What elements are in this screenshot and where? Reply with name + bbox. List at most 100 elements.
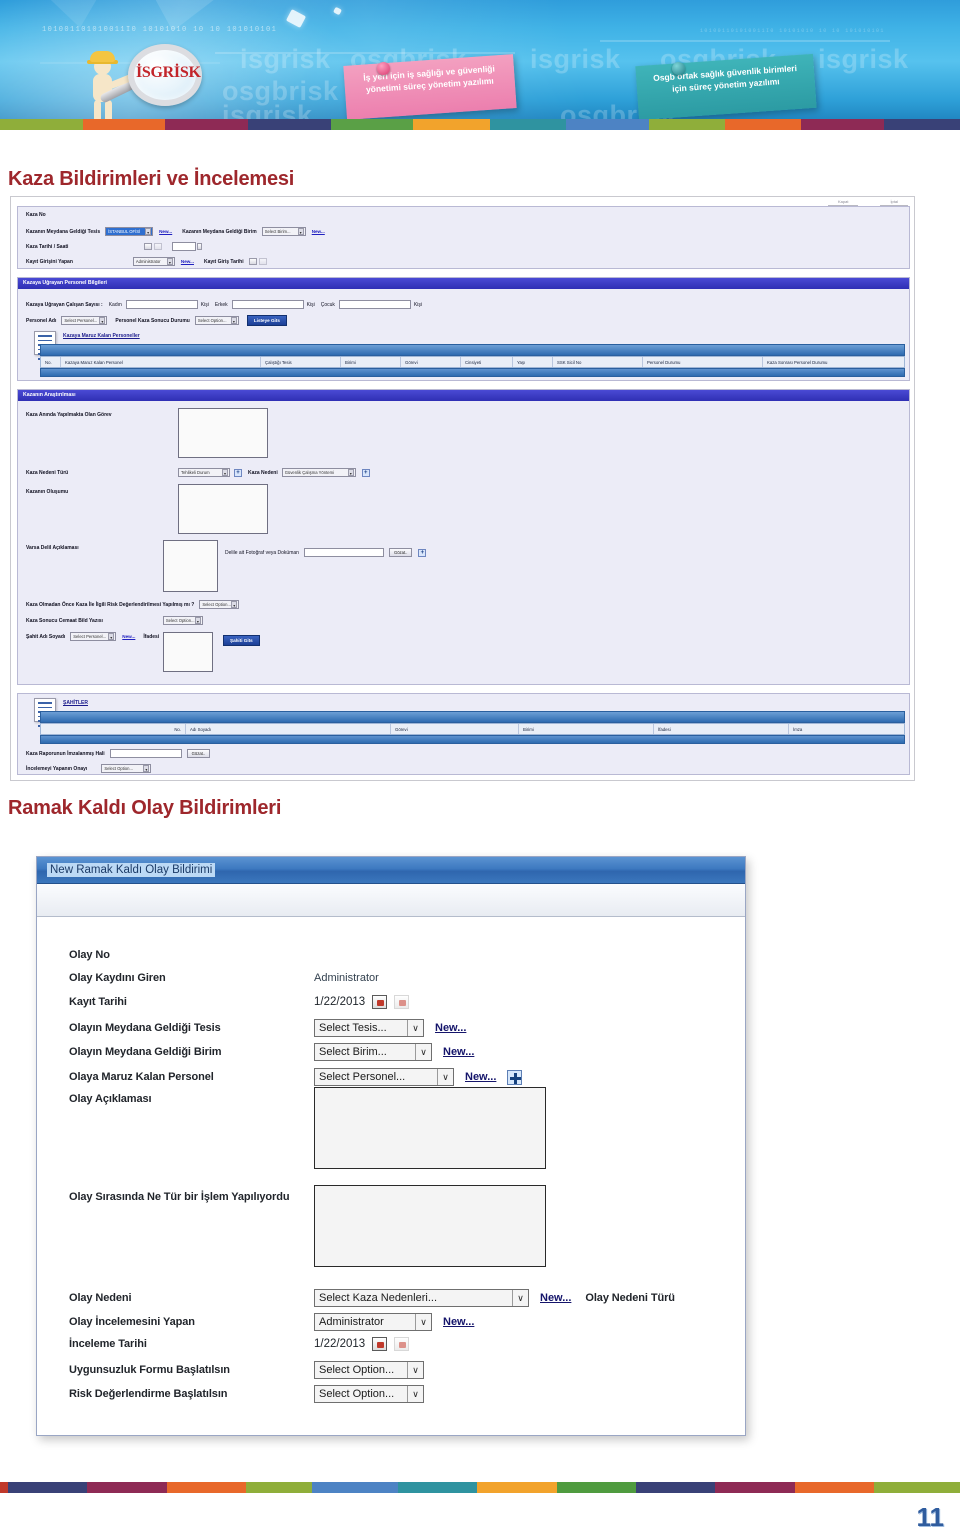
select-cemaat-bildirim[interactable]: Select Option... ▾: [162, 616, 203, 625]
select-risk-degerlendirme-baslat[interactable]: Select Option... ∨: [314, 1385, 424, 1403]
select-personel-adi-value: Select Personel...: [64, 318, 98, 323]
select-kaza-tesis-value: İSTANBUL OFİSİ: [108, 229, 141, 234]
chevron-down-icon[interactable]: ▾: [347, 469, 354, 476]
color-strip-segment: [398, 1482, 478, 1493]
grid-header-sahitler: [40, 711, 905, 723]
select-personel-durumu[interactable]: Select Option... ▾: [194, 316, 239, 325]
shot1-toolbar-cancel[interactable]: İptal: [880, 199, 908, 206]
chevron-down-icon[interactable]: ▾: [99, 317, 106, 324]
label-kaza-birim: Kazanın Meydana Geldiği Birim: [182, 228, 257, 235]
link-new-olay-nedeni[interactable]: New...: [540, 1292, 571, 1304]
select-kaza-nedeni[interactable]: Güvenlik Çalışma Yöntemi ▾: [281, 468, 356, 477]
select-maruz-personel[interactable]: Select Personel... ∨: [314, 1068, 454, 1086]
select-sahit-adi[interactable]: Select Personel... ▾: [70, 632, 117, 641]
input-cocuk-sayisi[interactable]: [338, 300, 411, 309]
chevron-down-icon[interactable]: ∨: [437, 1069, 453, 1085]
input-erkek-sayisi[interactable]: [231, 300, 304, 309]
label-inceleme-onayi: İncelemeyi Yapanın Onayı: [26, 765, 88, 772]
spinner-icon[interactable]: [197, 243, 203, 250]
calendar-icon-2[interactable]: [154, 243, 163, 250]
add-kaza-nedeni-icon[interactable]: +: [361, 468, 370, 477]
select-kaza-birim[interactable]: Select Birim... ▾: [261, 227, 306, 236]
label-olay-nedeni: Olay Nedeni: [69, 1292, 132, 1304]
add-personel-icon[interactable]: [507, 1069, 523, 1085]
calendar-icon-1[interactable]: [144, 243, 153, 250]
input-delil-dosya[interactable]: [303, 548, 384, 557]
grid-col-sonrasi-durum: Kaza Sonrası Personel Durumu: [767, 359, 828, 365]
field-row-olay-birim: Olayın Meydana Geldiği Birim Select Biri…: [69, 1043, 729, 1061]
chevron-down-icon[interactable]: ∨: [415, 1314, 431, 1330]
chevron-down-icon[interactable]: ∨: [407, 1362, 423, 1378]
chevron-down-icon[interactable]: ▾: [194, 617, 201, 624]
field-row-olay-no: Olay No: [69, 949, 729, 961]
textarea-olay-islem[interactable]: [314, 1185, 546, 1267]
select-olay-inceleyen[interactable]: Administrator ∨: [314, 1313, 432, 1331]
chevron-down-icon[interactable]: ▾: [222, 469, 228, 476]
link-new-kayit-giren[interactable]: New...: [181, 259, 194, 264]
calendar-clear-icon-kayit[interactable]: [394, 995, 410, 1009]
link-new-olay-tesis[interactable]: New...: [435, 1022, 466, 1034]
select-kaza-neden-turu[interactable]: Tehlikeli Durum ▾: [178, 468, 230, 477]
color-strip-segment: [7, 1482, 88, 1493]
banner-note-pin-teal-icon: [672, 62, 685, 75]
select-olay-birim[interactable]: Select Birim... ∨: [314, 1043, 432, 1061]
chevron-down-icon[interactable]: ▾: [108, 633, 115, 640]
select-inceleme-onayi[interactable]: Select Option... ▾: [101, 764, 152, 773]
chevron-down-icon[interactable]: ▾: [297, 228, 304, 235]
link-new-olay-birim[interactable]: New...: [443, 1046, 474, 1058]
select-personel-adi[interactable]: Select Personel... ▾: [61, 316, 108, 325]
link-new-tesis[interactable]: New...: [159, 229, 172, 234]
link-new-maruz-personel[interactable]: New...: [465, 1071, 496, 1083]
button-sahit-git[interactable]: Şahiti Gits: [223, 635, 260, 646]
add-kaza-neden-turu-icon[interactable]: +: [234, 468, 242, 477]
chevron-down-icon[interactable]: ▾: [145, 228, 152, 235]
button-listeye-git[interactable]: Listeye Gits: [246, 315, 287, 326]
shot1-toolbar-close[interactable]: Kapat: [827, 199, 859, 206]
select-uygunsuzluk-formu[interactable]: Select Option... ∨: [314, 1361, 424, 1379]
calendar-picker-icon-inceleme[interactable]: [372, 1337, 388, 1351]
input-kaza-raporu-dosya[interactable]: [109, 749, 182, 758]
button-gozat-delil[interactable]: Gözat..: [388, 548, 413, 557]
textarea-kaza-olusumu[interactable]: [178, 484, 268, 534]
calendar-clear-icon-inceleme[interactable]: [394, 1337, 410, 1351]
calendar-picker-icon-kayit[interactable]: [372, 995, 388, 1009]
link-new-olay-inceleyen[interactable]: New...: [443, 1316, 474, 1328]
chevron-down-icon[interactable]: ∨: [407, 1020, 423, 1036]
select-risk-degerlendirme[interactable]: Select Option... ▾: [199, 600, 240, 609]
button-gozat-rapor[interactable]: Gözat..: [186, 749, 211, 758]
input-kaza-saati[interactable]: [172, 242, 197, 251]
select-olay-tesis[interactable]: Select Tesis... ∨: [314, 1019, 424, 1037]
grid-title-personeller[interactable]: Kazaya Maruz Kalan Personeller: [63, 333, 140, 339]
calendar-icon-3[interactable]: [248, 258, 257, 265]
link-new-sahit[interactable]: New...: [122, 634, 135, 639]
chevron-down-icon[interactable]: ▾: [231, 601, 238, 608]
calendar-icon-4[interactable]: [258, 258, 267, 265]
input-kadin-sayisi[interactable]: [125, 300, 198, 309]
label-kisi-1: Kişi: [200, 301, 209, 308]
textarea-olay-aciklamasi[interactable]: [314, 1087, 546, 1169]
add-delil-icon[interactable]: +: [418, 548, 427, 557]
link-new-birim[interactable]: New...: [312, 229, 325, 234]
chevron-down-icon[interactable]: ∨: [415, 1044, 431, 1060]
chevron-down-icon[interactable]: ▾: [143, 765, 150, 772]
textarea-delil-aciklamasi[interactable]: [163, 540, 218, 592]
label-kayit-tarihi: Kayıt Tarihi: [69, 996, 127, 1008]
header-color-strip: [0, 119, 960, 130]
select-kaza-tesis[interactable]: İSTANBUL OFİSİ ▾: [105, 227, 154, 236]
chevron-down-icon[interactable]: ∨: [407, 1386, 423, 1402]
page-title-ramak-kaldi: Ramak Kaldı Olay Bildirimleri: [8, 797, 282, 819]
select-olay-nedeni[interactable]: Select Kaza Nedenleri... ∨: [314, 1289, 529, 1307]
chevron-down-icon[interactable]: ▾: [166, 258, 173, 265]
color-strip-segment: [477, 1482, 557, 1493]
textarea-sahit-ifadesi[interactable]: [163, 632, 213, 672]
select-kaza-neden-turu-value: Tehlikeli Durum: [181, 470, 210, 475]
color-strip-segment: [87, 1482, 167, 1493]
color-strip-segment: [245, 1482, 313, 1493]
grid-title-sahitler[interactable]: ŞAHİTLER: [63, 700, 88, 706]
chevron-down-icon[interactable]: ▾: [230, 317, 237, 324]
select-kayit-giren[interactable]: Administrator ▾: [132, 257, 175, 266]
textarea-kaza-gorev[interactable]: [178, 408, 268, 458]
ramak-kaldi-form-screenshot: New Ramak Kaldı Olay Bildirimi Olay No O…: [36, 856, 746, 1436]
chevron-down-icon[interactable]: ∨: [512, 1290, 528, 1306]
grid-col-sahit-no: No.: [41, 724, 186, 734]
